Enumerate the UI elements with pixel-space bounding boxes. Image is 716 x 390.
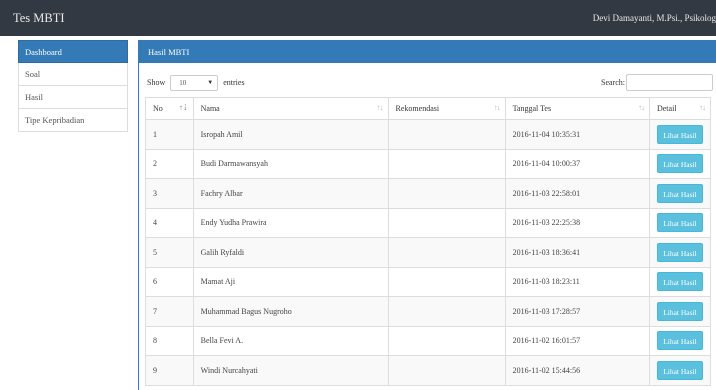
entries-label: entries — [223, 78, 245, 87]
sidebar-item-soal[interactable]: Soal — [18, 63, 128, 86]
lihat-hasil-button[interactable]: Lihat Hasil — [656, 301, 703, 321]
cell-tanggal-tes: 2016-11-02 15:44:56 — [504, 355, 650, 386]
search-label: Search: — [601, 78, 625, 87]
cell-nama: Windi Nurcahyati — [192, 355, 389, 386]
table-row: 8 Bella Fevi A. 2016-11-02 16:01:57 Liha… — [145, 325, 712, 356]
table-row: 5 Galih Ryfaldi 2016-11-03 18:36:41 Liha… — [145, 237, 712, 268]
table-row: 1 Isropah Amil 2016-11-04 10:35:31 Lihat… — [145, 119, 712, 150]
cell-detail: Lihat Hasil — [648, 178, 712, 209]
lihat-hasil-button[interactable]: Lihat Hasil — [656, 242, 703, 262]
column-header-tanggal-tes[interactable]: Tanggal Tes ↑↓ — [504, 97, 650, 120]
sidebar-item-hasil[interactable]: Hasil — [18, 86, 128, 109]
cell-nama: Isropah Amil — [192, 119, 389, 150]
cell-tanggal-tes: 2016-11-03 18:36:41 — [504, 237, 650, 268]
column-header-rekomendasi[interactable]: Rekomendasi ↑↓ — [387, 97, 506, 120]
sidebar-item-dashboard[interactable]: Dashboard — [18, 40, 128, 63]
cell-no: 9 — [145, 355, 194, 386]
cell-detail: Lihat Hasil — [648, 266, 712, 297]
column-header-label: No — [153, 104, 163, 113]
cell-nama: Galih Ryfaldi — [192, 237, 389, 268]
cell-no: 1 — [145, 119, 194, 150]
column-header-nama[interactable]: Nama ↑↓ — [192, 97, 389, 120]
sort-icon: ↑↓ — [376, 103, 384, 112]
cell-no: 5 — [145, 237, 194, 268]
results-panel: Hasil MBTI Show 10 ▼ entries Search: No ↑… — [138, 40, 716, 390]
column-header-label: Tanggal Tes — [512, 104, 552, 113]
table-row: 9 Windi Nurcahyati 2016-11-02 15:44:56 L… — [145, 355, 712, 386]
cell-rekomendasi — [387, 296, 506, 327]
cell-detail: Lihat Hasil — [648, 296, 712, 327]
cell-rekomendasi — [387, 119, 506, 150]
lihat-hasil-button[interactable]: Lihat Hasil — [656, 213, 703, 233]
table-row: 2 Budi Darmawansyah 2016-11-04 10:00:37 … — [145, 148, 712, 179]
cell-detail: Lihat Hasil — [648, 325, 712, 356]
cell-nama: Fachry Albar — [192, 178, 389, 209]
cell-rekomendasi — [387, 207, 506, 238]
sort-icon: ↑↓ — [493, 103, 501, 112]
table-row: 7 Muhammad Bagus Nugroho 2016-11-03 17:2… — [145, 296, 712, 327]
table-row: 3 Fachry Albar 2016-11-03 22:58:01 Lihat… — [145, 178, 712, 209]
column-header-label: Nama — [200, 104, 220, 113]
cell-no: 7 — [145, 296, 194, 327]
column-header-no[interactable]: No ↑⇣ — [145, 97, 194, 120]
column-header-label: Detail — [656, 104, 677, 113]
cell-tanggal-tes: 2016-11-03 17:28:57 — [504, 296, 650, 327]
entries-length-select[interactable]: 10 ▼ — [170, 75, 219, 92]
cell-rekomendasi — [387, 237, 506, 268]
cell-rekomendasi — [387, 355, 506, 386]
chevron-down-icon: ▼ — [207, 80, 214, 87]
table-row: 6 Mamat Aji 2016-11-03 18:23:11 Lihat Ha… — [145, 266, 712, 297]
table-header-row: No ↑⇣ Nama ↑↓ Rekomendasi ↑↓ Tanggal Tes ↑↓ … — [145, 97, 712, 120]
search-input[interactable] — [626, 74, 713, 91]
cell-no: 6 — [145, 266, 194, 297]
cell-nama: Mamat Aji — [192, 266, 389, 297]
cell-detail: Lihat Hasil — [648, 119, 712, 150]
lihat-hasil-button[interactable]: Lihat Hasil — [656, 183, 703, 203]
cell-detail: Lihat Hasil — [648, 148, 712, 179]
cell-no: 8 — [145, 325, 194, 356]
cell-rekomendasi — [387, 178, 506, 209]
lihat-hasil-button[interactable]: Lihat Hasil — [656, 272, 703, 292]
panel-title: Hasil MBTI — [139, 41, 716, 63]
cell-tanggal-tes: 2016-11-02 16:01:57 — [504, 325, 650, 356]
user-name[interactable]: Devi Damayanti, M.Psi., Psikolog — [593, 0, 716, 36]
cell-nama: Budi Darmawansyah — [192, 148, 389, 179]
cell-tanggal-tes: 2016-11-03 22:25:38 — [504, 207, 650, 238]
column-header-label: Rekomendasi — [395, 104, 440, 113]
cell-detail: Lihat Hasil — [648, 207, 712, 238]
cell-tanggal-tes: 2016-11-03 22:58:01 — [504, 178, 650, 209]
top-navbar: Tes MBTI Devi Damayanti, M.Psi., Psikolo… — [0, 0, 716, 36]
cell-tanggal-tes: 2016-11-03 18:23:11 — [504, 266, 650, 297]
results-table: No ↑⇣ Nama ↑↓ Rekomendasi ↑↓ Tanggal Tes ↑↓ … — [145, 97, 712, 386]
length-control: Show 10 ▼ entries — [147, 74, 245, 92]
sort-ascending-icon: ↑⇣ — [178, 103, 189, 112]
sidebar-item-tipe-kepribadian[interactable]: Tipe Kepribadian — [18, 109, 128, 132]
lihat-hasil-button[interactable]: Lihat Hasil — [656, 124, 703, 144]
cell-no: 2 — [145, 148, 194, 179]
cell-nama: Muhammad Bagus Nugroho — [192, 296, 389, 327]
lihat-hasil-button[interactable]: Lihat Hasil — [656, 360, 703, 380]
sort-icon: ↑↓ — [637, 103, 645, 112]
sort-icon: ↑↓ — [699, 103, 706, 112]
cell-rekomendasi — [387, 148, 506, 179]
cell-nama: Endy Yudha Prawira — [192, 207, 389, 238]
cell-nama: Bella Fevi A. — [192, 325, 389, 356]
cell-no: 3 — [145, 178, 194, 209]
lihat-hasil-button[interactable]: Lihat Hasil — [656, 154, 703, 174]
column-header-detail[interactable]: Detail ↑↓ — [648, 97, 712, 120]
table-row: 4 Endy Yudha Prawira 2016-11-03 22:25:38… — [145, 207, 712, 238]
cell-tanggal-tes: 2016-11-04 10:00:37 — [504, 148, 650, 179]
lihat-hasil-button[interactable]: Lihat Hasil — [656, 331, 703, 351]
cell-no: 4 — [145, 207, 194, 238]
app-title[interactable]: Tes MBTI — [13, 0, 65, 36]
cell-tanggal-tes: 2016-11-04 10:35:31 — [504, 119, 650, 150]
length-value: 10 — [179, 79, 187, 88]
sidebar: Dashboard Soal Hasil Tipe Kepribadian — [18, 40, 128, 132]
cell-rekomendasi — [387, 266, 506, 297]
cell-detail: Lihat Hasil — [648, 237, 712, 268]
cell-rekomendasi — [387, 325, 506, 356]
show-label: Show — [147, 78, 166, 87]
cell-detail: Lihat Hasil — [648, 355, 712, 386]
